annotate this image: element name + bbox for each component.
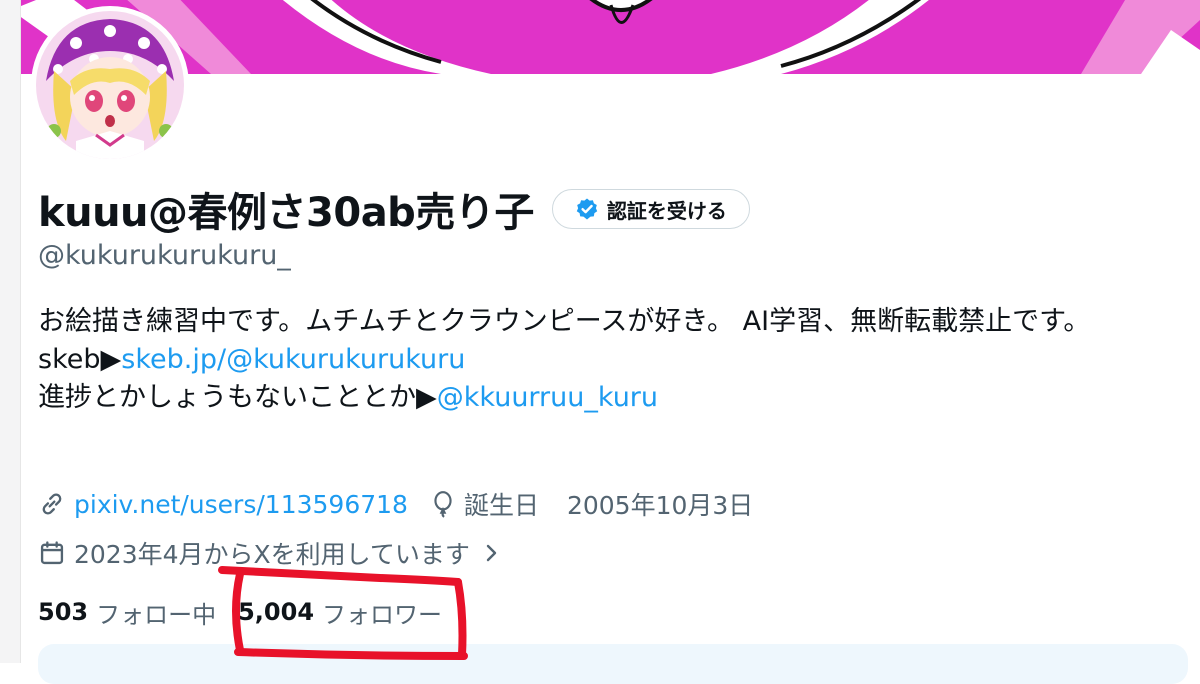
verified-badge-icon [575,197,599,221]
birthday-value: 2005年10月3日 [566,491,754,520]
banner-artwork [21,0,1200,74]
joined-row[interactable]: 2023年4月からXを利用しています [38,536,500,570]
following-count: 503 [38,598,89,626]
bio-progress-prefix: 進捗とかしょうもないこととか▶ [38,382,437,413]
website-link[interactable]: pixiv.net/users/113596718 [74,490,408,519]
joined-date: 2023年4月からXを利用しています [74,540,470,569]
following-label: フォロー中 [96,600,217,629]
following-stat[interactable]: 503 フォロー中 [38,595,216,630]
followers-stat[interactable]: 5,004 フォロワー [238,595,442,630]
profile-banner[interactable] [21,0,1200,74]
followers-count: 5,004 [238,598,315,626]
bio-intro: お絵描き練習中です。ムチムチとクラウンピースが好き。 AI学習、無断転載禁止です… [38,306,1091,337]
skeb-link[interactable]: skeb.jp/@kukurukurukuru [121,344,465,375]
get-verified-label: 認証を受ける [606,198,727,223]
page-edge [0,0,21,663]
avatar-image [36,11,184,159]
name-row: kuuu@春例さ30ab売り子 認証を受ける [38,181,750,237]
chevron-right-icon [482,541,500,565]
calendar-icon [38,539,66,567]
profile-avatar[interactable] [31,6,189,164]
profile-bio: お絵描き練習中です。ムチムチとクラウンピースが好き。 AI学習、無断転載禁止です… [38,303,1198,417]
bio-skeb-prefix: skeb▶ [38,344,122,375]
progress-account-link[interactable]: @kkuurruu_kuru [437,382,658,413]
bio-skeb-line: skeb▶skeb.jp/@kukurukurukuru [38,341,1198,379]
profile-meta-row: pixiv.net/users/113596718 誕生日 2005年10月3日 [38,487,753,521]
display-name: kuuu@春例さ30ab売り子 [38,190,534,236]
balloon-icon [430,490,456,518]
bio-progress-line: 進捗とかしょうもないこととか▶@kkuurruu_kuru [38,379,1198,417]
link-icon [38,490,66,518]
follow-stats: 503 フォロー中 5,004 フォロワー [38,594,442,630]
get-verified-button[interactable]: 認証を受ける [551,189,750,229]
promo-card [38,644,1188,684]
birthday-label: 誕生日 [463,491,539,520]
profile-handle: @kukurukurukuru_ [38,240,291,271]
followers-label: フォロワー [322,600,443,629]
